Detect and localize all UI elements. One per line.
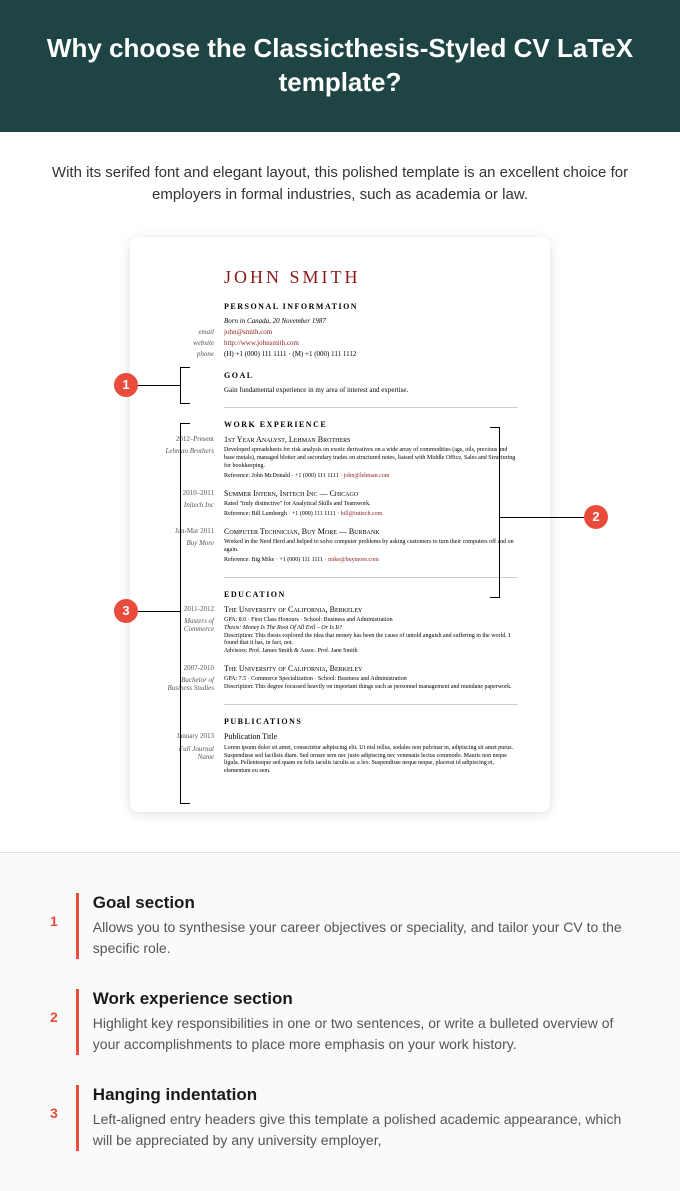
cv-work-ref-email: mike@buymore.com	[328, 557, 379, 563]
feature-item: 3 Hanging indentation Left-aligned entry…	[50, 1085, 630, 1151]
cv-edu-gpa: GPA: 8.0 · First Class Honours · School:…	[224, 617, 393, 623]
intro-section: With its serifed font and elegant layout…	[0, 132, 680, 852]
cv-work-role: Summer Intern, Initech Inc — Chicago	[224, 489, 358, 498]
cv-email: john@smith.com	[224, 328, 518, 337]
feature-item: 1 Goal section Allows you to synthesise …	[50, 893, 630, 959]
cv-work-desc: Developed spreadsheets for risk analysis…	[224, 447, 518, 470]
cv-divider	[224, 704, 518, 705]
cv-edu-date: 2007-2010	[162, 664, 224, 674]
cv-work-date: Jan-Mar 2011	[162, 527, 224, 537]
connector-line	[180, 403, 190, 404]
cv-work-ref: Reference: John McDonald · +1 (000) 111 …	[224, 473, 344, 479]
cv-pub-title: Publication Title	[224, 732, 518, 742]
feature-number: 2	[50, 1009, 58, 1025]
cv-born: Born in Canada, 20 November 1987	[224, 317, 326, 325]
feature-item: 2 Work experience section Highlight key …	[50, 989, 630, 1055]
callout-marker-3: 3	[114, 599, 138, 623]
feature-description: Allows you to synthesise your career obj…	[93, 917, 630, 959]
cv-work-ref: Reference: Big Mike · +1 (000) 111 1111 …	[224, 557, 328, 563]
cv-goal-text: Gain fundamental experience in my area o…	[224, 386, 518, 395]
cv-work-company: Lehman Brothers	[162, 447, 224, 470]
cv-section-work: WORK EXPERIENCE	[224, 420, 518, 429]
cv-work-date: 2010–2011	[162, 489, 224, 499]
cv-edu-advisors: Advisors: Prof. James Smith & Assoc. Pro…	[224, 648, 358, 654]
feature-description: Left-aligned entry headers give this tem…	[93, 1109, 630, 1151]
connector-line	[180, 367, 181, 403]
cv-work-ref-email: john@lehman.com	[344, 473, 390, 479]
intro-text: With its serifed font and elegant layout…	[50, 162, 630, 207]
cv-pub-journal: Full Journal Name	[162, 745, 224, 776]
template-wrapper: 1 2 3 JOHN SMITH PERSONAL INFORMATION Bo…	[50, 237, 630, 812]
cv-work-ref: Reference: Bill Lumbergh · +1 (000) 111 …	[224, 511, 341, 517]
cv-work-desc: Rated "truly distinctive" for Analytical…	[224, 501, 518, 509]
page-header: Why choose the Classicthesis-Styled CV L…	[0, 0, 680, 132]
cv-phone-label: phone	[162, 350, 224, 359]
cv-website: http://www.johnsmith.com	[224, 339, 518, 348]
cv-section-education: EDUCATION	[224, 590, 518, 599]
connector-line	[500, 517, 584, 518]
cv-edu-desc: Description: This thesis explored the id…	[224, 633, 510, 647]
connector-line	[499, 427, 500, 597]
cv-section-publications: PUBLICATIONS	[224, 717, 518, 726]
feature-description: Highlight key responsibilities in one or…	[93, 1013, 630, 1055]
cv-edu-degree: Masters of Commerce	[162, 617, 224, 656]
cv-section-goal: GOAL	[224, 371, 518, 380]
cv-work-ref-email: bill@initech.com	[341, 511, 383, 517]
cv-edu-gpa: GPA: 7.5 · Commerce Specialization · Sch…	[224, 676, 407, 682]
callout-marker-1: 1	[114, 373, 138, 397]
feature-number: 3	[50, 1105, 58, 1121]
cv-pub-desc: Lorem ipsum dolor sit amet, consectetur …	[224, 745, 518, 776]
cv-work-role: 1st Year Analyst, Lehman Brothers	[224, 435, 350, 444]
cv-template-preview: JOHN SMITH PERSONAL INFORMATION Born in …	[130, 237, 550, 812]
cv-work-date: 2012–Present	[162, 435, 224, 445]
feature-title: Work experience section	[93, 989, 630, 1009]
feature-number: 1	[50, 913, 58, 929]
connector-line	[180, 423, 181, 803]
connector-line	[490, 427, 500, 428]
cv-work-role: Computer Technician, Buy More — Burbank	[224, 527, 380, 536]
feature-title: Hanging indentation	[93, 1085, 630, 1105]
connector-line	[490, 597, 500, 598]
connector-line	[180, 423, 190, 424]
connector-line	[180, 367, 190, 368]
callout-marker-2: 2	[584, 505, 608, 529]
cv-email-label: email	[162, 328, 224, 337]
cv-website-label: website	[162, 339, 224, 348]
cv-edu-school: The University of California, Berkeley	[224, 664, 362, 673]
cv-work-company: Buy More	[162, 539, 224, 555]
cv-phone: (H) +1 (000) 111 1111 · (M) +1 (000) 111…	[224, 350, 518, 359]
cv-edu-thesis: Thesis: Money Is The Root Of All Evil – …	[224, 625, 342, 631]
cv-edu-school: The University of California, Berkeley	[224, 605, 362, 614]
cv-pub-date: January 2013	[162, 732, 224, 742]
features-section: 1 Goal section Allows you to synthesise …	[0, 852, 680, 1191]
cv-work-company: Initech Inc	[162, 501, 224, 509]
page-title: Why choose the Classicthesis-Styled CV L…	[40, 32, 640, 100]
cv-section-personal: PERSONAL INFORMATION	[224, 302, 518, 311]
connector-line	[138, 611, 180, 612]
connector-line	[180, 803, 190, 804]
feature-title: Goal section	[93, 893, 630, 913]
cv-divider	[224, 577, 518, 578]
cv-name: JOHN SMITH	[224, 267, 518, 288]
connector-line	[138, 385, 180, 386]
cv-work-desc: Worked in the Nerd Herd and helped to so…	[224, 539, 518, 555]
cv-edu-degree: Bachelor of Business Studies	[162, 676, 224, 692]
cv-edu-desc: Description: This degree focussed heavil…	[224, 684, 512, 690]
cv-divider	[224, 407, 518, 408]
